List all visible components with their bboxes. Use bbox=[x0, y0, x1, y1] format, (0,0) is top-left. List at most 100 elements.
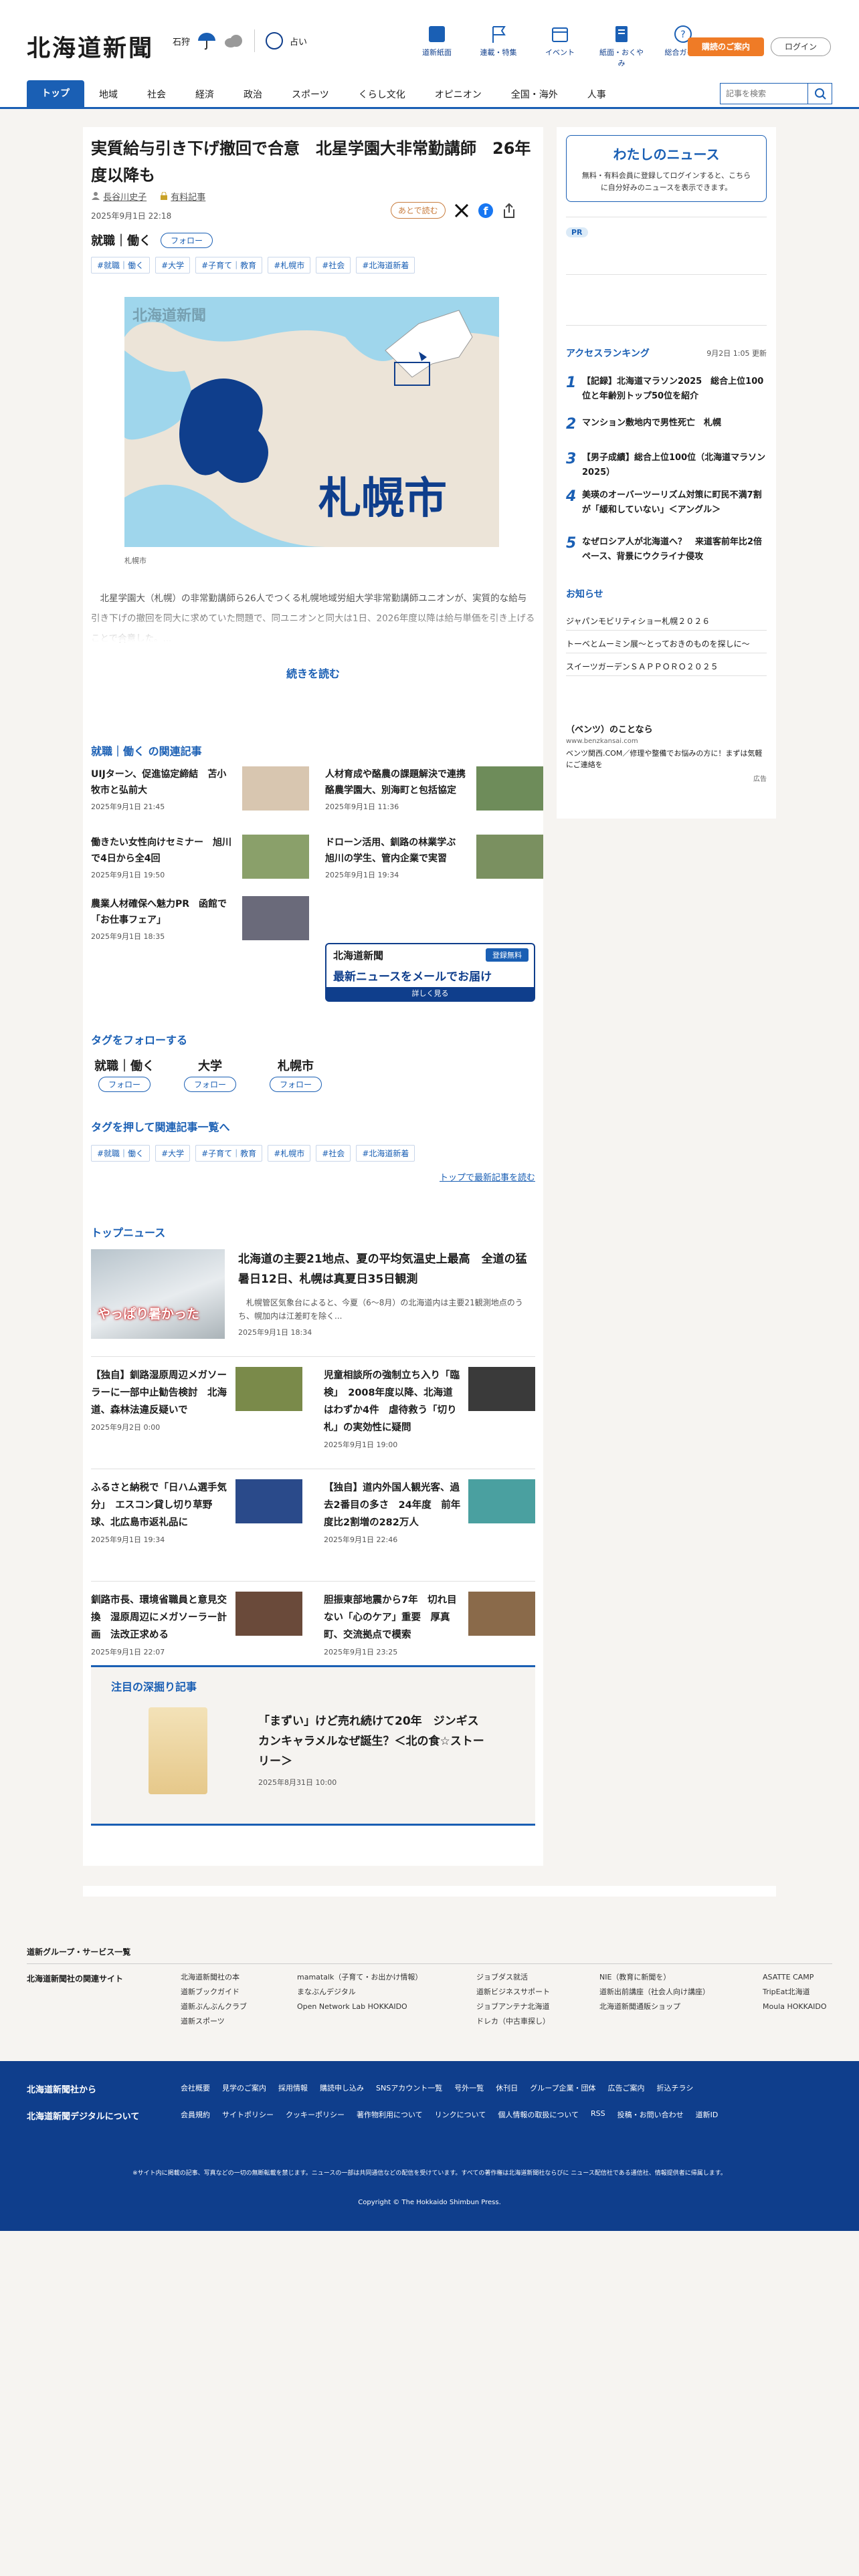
top-news-item[interactable]: 【独自】釧路湿原周辺メガソーラーに一部中止勧告検討 北海道、森林法違反疑いで 20… bbox=[91, 1367, 302, 1461]
notice-item[interactable]: スイーツガーデンＳＡＰＰＯＲＯ２０２５ bbox=[566, 661, 767, 672]
footer-link[interactable]: 著作物利用について bbox=[357, 2109, 423, 2120]
nav-item[interactable]: オピニオン bbox=[420, 83, 496, 107]
top-news-item[interactable]: 児童相談所の強制立ち入り「臨検」 2008年度以降、北海道はわずか4件 虐待救う… bbox=[324, 1367, 535, 1461]
header-link-paper[interactable]: 道新紙面 bbox=[413, 24, 460, 68]
tag-link[interactable]: #大学 bbox=[155, 257, 191, 274]
ranking-item[interactable]: 3 【男子成績】総合上位100位（北海道マラソン2025） bbox=[566, 451, 767, 480]
footer-link[interactable]: mamatalk（子育て・お出かけ情報） bbox=[297, 1970, 422, 1985]
footer-link[interactable]: 号外一覧 bbox=[454, 2082, 484, 2093]
tag-link[interactable]: #子育て｜教育 bbox=[195, 257, 263, 274]
ranking-item[interactable]: 1 【記録】北海道マラソン2025 総合上位100位と年齢別トップ50位を紹介 bbox=[566, 374, 767, 404]
tag-link[interactable]: #就職｜働く bbox=[91, 1145, 151, 1162]
ranking-item[interactable]: 5 なぜロシア人が北海道へ？ 来道客前年比2倍ペース、背景にウクライナ侵攻 bbox=[566, 535, 767, 564]
footer-link[interactable]: SNSアカウント一覧 bbox=[376, 2082, 442, 2093]
nav-item[interactable]: トップ bbox=[27, 80, 84, 107]
related-article[interactable]: ドローン活用、釧路の林業学ぶ 旭川の学生、管内企業で実習 2025年9月1日 19… bbox=[325, 835, 543, 888]
follow-tag-button[interactable]: フォロー bbox=[183, 1077, 236, 1092]
footer-link[interactable]: まなぶんデジタル bbox=[297, 1985, 422, 2000]
site-logo[interactable]: 北海道新聞 bbox=[27, 29, 154, 64]
nav-item[interactable]: スポーツ bbox=[277, 83, 344, 107]
footer-link[interactable]: ASATTE CAMP bbox=[763, 1970, 827, 1985]
footer-link[interactable]: 見学のご案内 bbox=[222, 2082, 266, 2093]
header-link-events[interactable]: イベント bbox=[537, 24, 583, 68]
search-input[interactable] bbox=[721, 84, 807, 104]
top-news-item[interactable]: ふるさと納税で「日ハム選手気分」 エスコン貸し切り草野球、北広島市返礼品に 202… bbox=[91, 1479, 302, 1573]
search-button[interactable] bbox=[807, 84, 832, 104]
footer-link[interactable]: 購読申し込み bbox=[320, 2082, 364, 2093]
footer-link[interactable]: 会員規約 bbox=[181, 2109, 210, 2120]
footer-link[interactable]: 折込チラシ bbox=[657, 2082, 694, 2093]
mail-banner[interactable]: 北海道新聞 登録無料 最新ニュースをメールでお届け 詳しく見る bbox=[325, 943, 535, 1002]
footer-link[interactable]: 道新出前講座（社会人向け講座） bbox=[599, 1985, 710, 2000]
tag-link[interactable]: #就職｜働く bbox=[91, 257, 151, 274]
footer-link[interactable]: ジョブダス就活 bbox=[476, 1970, 550, 1985]
footer-link[interactable]: 道新ID bbox=[696, 2109, 719, 2120]
ad-block[interactable]: （ベンツ）のことなら www.benzkansai.com ベンツ関西.COM／… bbox=[566, 722, 767, 783]
nav-item[interactable]: 経済 bbox=[181, 83, 229, 107]
top-latest-link[interactable]: トップで最新記事を読む bbox=[440, 1170, 535, 1183]
nav-item[interactable]: 政治 bbox=[229, 83, 277, 107]
follow-tag-button[interactable]: フォロー bbox=[98, 1077, 151, 1092]
tag-link[interactable]: #子育て｜教育 bbox=[195, 1145, 263, 1162]
footer-link[interactable]: 道新ビジネスサポート bbox=[476, 1985, 550, 2000]
footer-link[interactable]: ドレカ（中古車探し） bbox=[476, 2014, 550, 2029]
footer-link[interactable]: 道新ブックガイド bbox=[181, 1985, 247, 2000]
footer-link[interactable]: 北海道新聞通販ショップ bbox=[599, 2000, 710, 2014]
footer-link[interactable]: 道新ぶんぶんクラブ bbox=[181, 2000, 247, 2014]
footer-link[interactable]: NIE（教育に新聞を） bbox=[599, 1970, 710, 1985]
tag-link[interactable]: #北海道新着 bbox=[356, 257, 415, 274]
top-news-lead[interactable]: やっぱり暑かった 北海道の主要21地点、夏の平均気温史上最高 全道の猛暑日12日… bbox=[91, 1249, 535, 1343]
footer-link[interactable]: サイトポリシー bbox=[222, 2109, 274, 2120]
login-button[interactable]: ログイン bbox=[771, 37, 831, 56]
ranking-title[interactable]: アクセスランキング bbox=[566, 346, 650, 360]
deep-title[interactable]: 注目の深掘り記事 bbox=[111, 1678, 197, 1694]
tag-link[interactable]: #北海道新着 bbox=[356, 1145, 415, 1162]
facebook-share-icon[interactable]: f bbox=[478, 203, 494, 219]
deep-article-title[interactable]: 「まずい」けど売れ続けて20年 ジンギスカンキャラメルなぜ誕生？＜北の食☆ストー… bbox=[258, 1711, 486, 1772]
read-more-link[interactable]: 続きを読む bbox=[83, 665, 543, 681]
footer-link[interactable]: RSS bbox=[591, 2109, 605, 2120]
x-share-icon[interactable] bbox=[454, 203, 470, 219]
fortune-label[interactable]: 占い bbox=[290, 35, 307, 47]
fortune-icon[interactable] bbox=[266, 32, 284, 49]
notice-item[interactable]: トーベとムーミン展～とっておきのものを探しに～ bbox=[566, 638, 767, 649]
nav-item[interactable]: 全国・海外 bbox=[496, 83, 573, 107]
footer-link[interactable]: 投稿・お問い合わせ bbox=[617, 2109, 684, 2120]
ranking-item[interactable]: 2 マンション敷地内で男性死亡 札幌 bbox=[566, 416, 767, 433]
footer-link[interactable]: 休刊日 bbox=[496, 2082, 518, 2093]
header-link-series[interactable]: 連載・特集 bbox=[475, 24, 522, 68]
footer-link[interactable]: ジョブアンテナ北海道 bbox=[476, 2000, 550, 2014]
tag-link[interactable]: #札幌市 bbox=[268, 1145, 311, 1162]
nav-item[interactable]: くらし文化 bbox=[344, 83, 420, 107]
author-link[interactable]: 長谷川史子 bbox=[91, 190, 147, 203]
footer-link[interactable]: リンクについて bbox=[435, 2109, 486, 2120]
footer-link[interactable]: 北海道新聞社の本 bbox=[181, 1970, 247, 1985]
genre-follow-button[interactable]: フォロー bbox=[161, 232, 213, 248]
share-icon[interactable] bbox=[502, 203, 516, 219]
footer-link[interactable]: TripEat北海道 bbox=[763, 1985, 827, 2000]
related-article[interactable]: 働きたい女性向けセミナー 旭川で4日から全4回 2025年9月1日 19:50 bbox=[91, 835, 309, 888]
footer-link[interactable]: Moula HOKKAIDO bbox=[763, 2000, 827, 2014]
footer-link[interactable]: 道新スポーツ bbox=[181, 2014, 247, 2029]
related-article[interactable]: UIJターン、促進協定締結 苫小牧市と弘前大 2025年9月1日 21:45 bbox=[91, 766, 309, 820]
footer-link[interactable]: 会社概要 bbox=[181, 2082, 210, 2093]
footer-link[interactable]: 個人情報の取扱について bbox=[498, 2109, 579, 2120]
follow-tag-button[interactable]: フォロー bbox=[269, 1077, 322, 1092]
ranking-item[interactable]: 4 美瑛のオーバーツーリズム対策に町民不満7割が「緩和していない」＜アングル＞ bbox=[566, 488, 767, 518]
save-later-button[interactable]: あとで読む bbox=[391, 202, 446, 219]
my-news-box[interactable]: わたしのニュース 無料・有料会員に登録してログインすると、こちらに自分好みのニュ… bbox=[566, 135, 767, 202]
related-article[interactable]: 人材育成や酪農の課題解決で連携 酪農学園大、別海町と包括協定 2025年9月1日 … bbox=[325, 766, 543, 820]
subscribe-button[interactable]: 購読のご案内 bbox=[688, 37, 764, 56]
footer-link[interactable]: 採用情報 bbox=[278, 2082, 308, 2093]
nav-item[interactable]: 人事 bbox=[573, 83, 621, 107]
notice-item[interactable]: ジャパンモビリティショー札幌２０２６ bbox=[566, 615, 767, 627]
nav-item[interactable]: 社会 bbox=[132, 83, 181, 107]
group-services-link[interactable]: 道新グループ・サービス一覧 bbox=[27, 1946, 130, 1957]
tag-link[interactable]: #大学 bbox=[155, 1145, 191, 1162]
related-article[interactable]: 農業人材確保へ魅力PR 函館で「お仕事フェア」 2025年9月1日 18:35 bbox=[91, 896, 309, 950]
top-news-item[interactable]: 【独自】道内外国人観光客、過去2番目の多さ 24年度 前年度比2割増の282万人… bbox=[324, 1479, 535, 1573]
footer-link[interactable]: 広告ご案内 bbox=[608, 2082, 645, 2093]
footer-link[interactable]: クッキーポリシー bbox=[286, 2109, 345, 2120]
nav-item[interactable]: 地域 bbox=[84, 83, 132, 107]
footer-link[interactable]: Open Network Lab HOKKAIDO bbox=[297, 2000, 422, 2014]
